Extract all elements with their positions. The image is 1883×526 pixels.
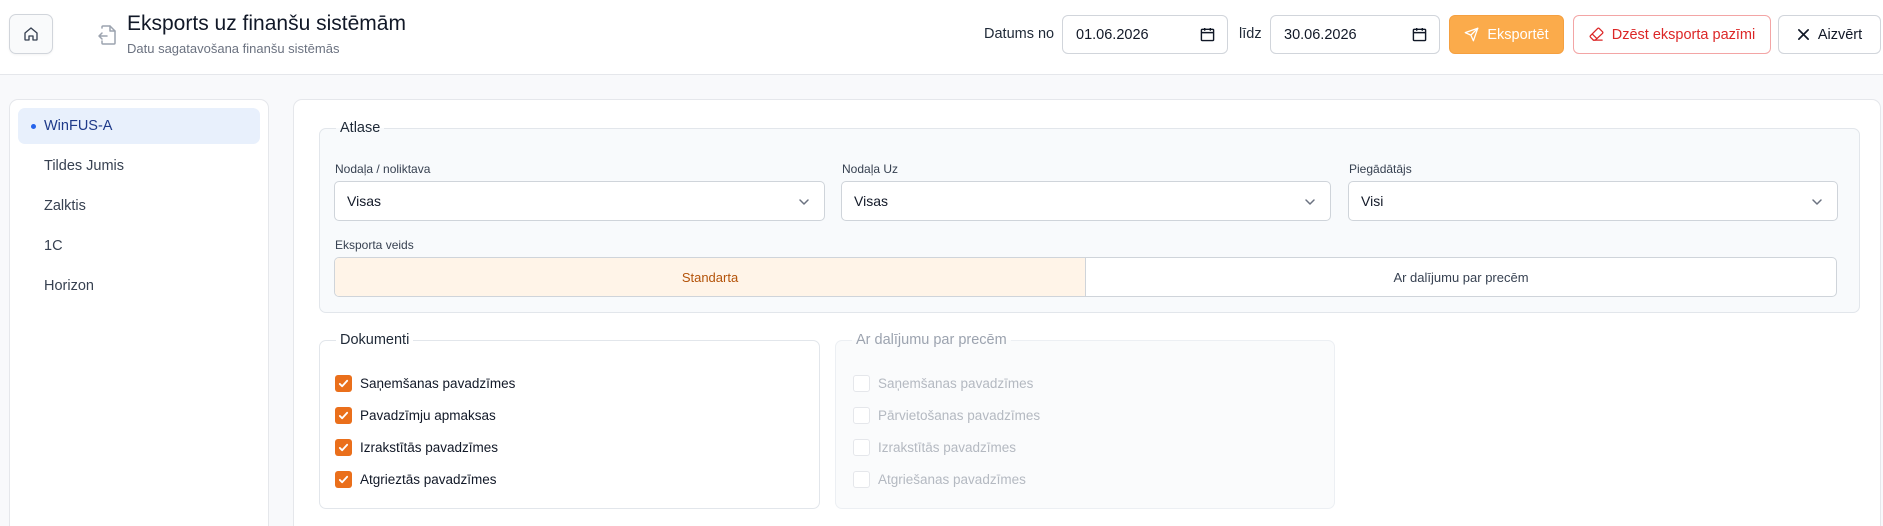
top-header: Eksports uz finanšu sistēmām Datu sagata… (0, 0, 1883, 75)
sidebar-item-label: WinFUS-A (44, 118, 113, 134)
checkbox-unchecked (853, 439, 870, 456)
checkbox-label: Izrakstītās pavadzīmes (360, 440, 499, 455)
active-dot (31, 124, 36, 129)
checkbox-issued-waybills[interactable]: Izrakstītās pavadzīmes (335, 439, 498, 456)
export-type-split-by-goods[interactable]: Ar dalījumu par precēm (1086, 258, 1836, 296)
checkbox-split-return-waybills: Atgriešanas pavadzīmes (853, 471, 1026, 488)
home-icon (24, 27, 38, 41)
delete-export-mark-button[interactable]: Dzēst eksporta pazīmi (1573, 15, 1771, 54)
calendar-icon[interactable] (1200, 27, 1215, 42)
sidebar-item-winfus-a[interactable]: WinFUS-A (18, 108, 260, 144)
department-value: Visas (347, 193, 381, 209)
chevron-down-icon (799, 199, 809, 205)
sidebar-item-label: Horizon (44, 278, 94, 294)
supplier-select[interactable]: Visi (1348, 181, 1838, 221)
department-select[interactable]: Visas (334, 181, 825, 221)
date-from-value: 01.06.2026 (1076, 26, 1149, 43)
calendar-icon[interactable] (1412, 27, 1427, 42)
check-icon (338, 379, 349, 388)
department-to-value: Visas (854, 193, 888, 209)
close-button-label: Aizvērt (1817, 26, 1863, 43)
home-button[interactable] (9, 14, 53, 54)
checkbox-unchecked (853, 471, 870, 488)
sidebar-item-tildes-jumis[interactable]: Tildes Jumis (18, 148, 260, 184)
sidebar-item-label: Tildes Jumis (44, 158, 125, 174)
checkbox-checked[interactable] (335, 471, 352, 488)
checkbox-split-receipt-waybills: Saņemšanas pavadzīmes (853, 375, 1033, 392)
sidebar-item-label: 1C (44, 238, 63, 254)
chevron-down-icon (1305, 199, 1315, 205)
send-icon (1465, 27, 1479, 42)
check-icon (338, 475, 349, 484)
department-label: Nodaļa / noliktava (335, 162, 431, 176)
sidebar-item-1c[interactable]: 1C (18, 228, 260, 264)
delete-export-mark-label: Dzēst eksporta pazīmi (1611, 26, 1756, 43)
export-button-label: Eksportēt (1487, 26, 1549, 43)
checkbox-label: Atgriešanas pavadzīmes (878, 472, 1026, 487)
chevron-down-icon (1812, 199, 1822, 205)
checkbox-split-issued-waybills: Izrakstītās pavadzīmes (853, 439, 1016, 456)
checkbox-label: Izrakstītās pavadzīmes (878, 440, 1017, 455)
checkbox-unchecked (853, 407, 870, 424)
department-to-label: Nodaļa Uz (842, 162, 899, 176)
date-to-value: 30.06.2026 (1284, 26, 1357, 43)
check-icon (338, 443, 349, 452)
checkbox-split-transfer-waybills: Pārvietošanas pavadzīmes (853, 407, 1040, 424)
supplier-label: Piegādātājs (1349, 162, 1412, 176)
date-from-input[interactable]: 01.06.2026 (1062, 15, 1228, 54)
checkbox-label: Pārvietošanas pavadzīmes (878, 408, 1041, 423)
checkbox-unchecked (853, 375, 870, 392)
export-type-toggle: Standarta Ar dalījumu par precēm (334, 257, 1837, 297)
close-button[interactable]: Aizvērt (1778, 15, 1881, 54)
supplier-value: Visi (1361, 193, 1384, 209)
system-sidebar: WinFUS-A Tildes Jumis Zalktis 1C Horizon (9, 99, 269, 526)
export-type-label: Eksporta veids (335, 238, 414, 252)
checkbox-checked[interactable] (335, 439, 352, 456)
close-icon (1797, 29, 1809, 40)
checkbox-label: Saņemšanas pavadzīmes (360, 376, 516, 391)
main-panel: Atlase Nodaļa / noliktava Visas Nodaļa U… (293, 99, 1881, 526)
documents-legend: Dokumenti (340, 332, 410, 348)
sidebar-item-label: Zalktis (44, 198, 86, 214)
checkbox-checked[interactable] (335, 407, 352, 424)
sidebar-item-zalktis[interactable]: Zalktis (18, 188, 260, 224)
department-to-select[interactable]: Visas (841, 181, 1331, 221)
checkbox-label: Atgrieztās pavadzīmes (360, 472, 497, 487)
file-export-icon (98, 25, 116, 45)
checkbox-returned-waybills[interactable]: Atgrieztās pavadzīmes (335, 471, 497, 488)
check-icon (338, 411, 349, 420)
export-button[interactable]: Eksportēt (1449, 15, 1564, 54)
split-documents-legend: Ar dalījumu par precēm (856, 332, 1007, 348)
checkbox-label: Pavadzīmju apmaksas (360, 408, 496, 423)
export-type-standard[interactable]: Standarta (335, 258, 1086, 296)
eraser-icon (1589, 27, 1604, 41)
page-subtitle: Datu sagatavošana finanšu sistēmās (127, 41, 340, 56)
checkbox-receipt-waybills[interactable]: Saņemšanas pavadzīmes (335, 375, 515, 392)
checkbox-waybill-payments[interactable]: Pavadzīmju apmaksas (335, 407, 496, 424)
sidebar-item-horizon[interactable]: Horizon (18, 268, 260, 304)
checkbox-checked[interactable] (335, 375, 352, 392)
date-to-label: līdz (1239, 26, 1262, 42)
date-to-input[interactable]: 30.06.2026 (1270, 15, 1440, 54)
selection-legend: Atlase (340, 120, 381, 136)
page-title: Eksports uz finanšu sistēmām (127, 12, 406, 35)
checkbox-label: Saņemšanas pavadzīmes (878, 376, 1034, 391)
date-from-label: Datums no (984, 26, 1055, 42)
